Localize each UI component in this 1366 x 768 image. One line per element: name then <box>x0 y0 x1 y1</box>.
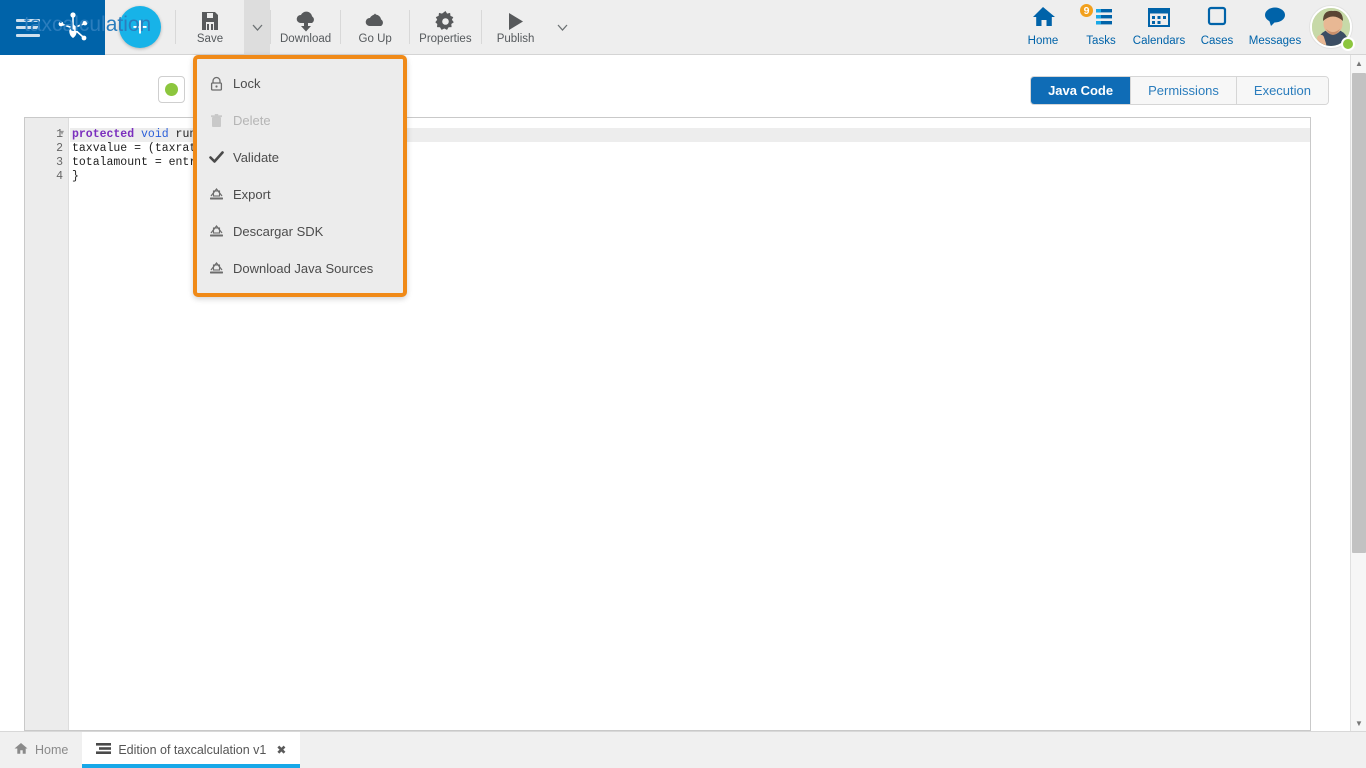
menu-item-label: Lock <box>233 76 261 91</box>
nav-messages[interactable]: Messages <box>1246 0 1304 54</box>
nav-calendars[interactable]: Calendars <box>1130 0 1188 54</box>
nav-messages-label: Messages <box>1248 35 1302 47</box>
code-lines: protected void run( taxvalue = (taxrate … <box>70 128 203 184</box>
home-icon <box>14 742 28 758</box>
nav-tasks-label: Tasks <box>1086 35 1116 47</box>
home-icon <box>1030 5 1056 33</box>
taskbar-item-label: Edition of taxcalculation v1 <box>118 743 267 757</box>
taskbar-item-edition[interactable]: Edition of taxcalculation v1 ✖ <box>82 732 301 768</box>
bottom-taskbar: Home Edition of taxcalculation v1 ✖ <box>0 731 1366 768</box>
code-fold-toggle[interactable]: ▾ <box>60 128 64 137</box>
page-title: taxcalculation <box>24 13 152 36</box>
export-icon <box>209 224 224 239</box>
save-button[interactable]: Save <box>176 0 244 54</box>
user-avatar-button[interactable] <box>1304 0 1358 54</box>
line-number: 4 <box>56 170 63 183</box>
save-dropdown-menu: Lock Delete Validate Export Descargar SD <box>193 55 407 297</box>
publish-button[interactable]: Publish <box>482 0 550 54</box>
gear-icon <box>435 10 456 32</box>
menu-item-export[interactable]: Export <box>197 176 403 213</box>
go-up-button[interactable]: Go Up <box>341 0 409 54</box>
global-nav: Home 9 Tasks Calendars Cases Messages <box>1014 0 1366 54</box>
nav-tasks[interactable]: 9 Tasks <box>1072 0 1130 54</box>
scroll-down-arrow[interactable]: ▼ <box>1351 715 1366 731</box>
status-badge <box>158 76 185 103</box>
save-icon <box>199 10 221 32</box>
calendar-icon <box>1147 5 1171 33</box>
scroll-up-arrow[interactable]: ▲ <box>1351 55 1366 71</box>
properties-label: Properties <box>419 32 472 45</box>
menu-item-download-java-sources[interactable]: Download Java Sources <box>197 250 403 287</box>
save-dropdown-toggle[interactable] <box>244 0 270 54</box>
code-line: protected void run( <box>70 128 203 142</box>
nav-home[interactable]: Home <box>1014 0 1072 54</box>
menu-item-label: Validate <box>233 150 280 165</box>
status-indicator-dot <box>165 83 178 96</box>
download-button[interactable]: Download <box>271 0 340 54</box>
export-icon <box>209 261 224 276</box>
editor-gutter: 1 2 3 4 ▾ <box>25 118 69 730</box>
view-tabs: Java Code Permissions Execution <box>1030 76 1329 105</box>
close-icon[interactable]: ✖ <box>276 743 286 757</box>
save-label: Save <box>196 33 224 45</box>
menu-item-descargar-sdk[interactable]: Descargar SDK <box>197 213 403 250</box>
code-line: totalamount = entry <box>72 156 204 169</box>
tab-execution[interactable]: Execution <box>1235 77 1328 104</box>
download-label: Download <box>280 33 332 45</box>
cases-icon <box>1205 5 1229 33</box>
cloud-upload-icon <box>363 10 387 32</box>
online-status-dot <box>1341 37 1355 51</box>
menu-item-label: Export <box>233 187 271 202</box>
application-window: + Save Download Go Up Properties Publish… <box>0 0 1366 768</box>
code-keyword: protected <box>72 128 135 141</box>
play-icon <box>505 11 526 32</box>
check-icon <box>209 150 224 165</box>
code-line: taxvalue = (taxrate <box>72 142 204 155</box>
menu-item-lock[interactable]: Lock <box>197 65 403 102</box>
line-number: 2 <box>56 142 63 155</box>
menu-item-label: Descargar SDK <box>233 224 324 239</box>
scrollbar-thumb[interactable] <box>1352 73 1366 553</box>
export-icon <box>209 187 224 202</box>
cloud-download-icon <box>294 10 318 32</box>
taskbar-item-home[interactable]: Home <box>0 732 82 768</box>
nav-home-label: Home <box>1027 35 1059 47</box>
code-type: void <box>141 128 169 141</box>
publish-dropdown-toggle[interactable] <box>550 0 576 54</box>
line-number: 3 <box>56 156 63 169</box>
top-toolbar: + Save Download Go Up Properties Publish… <box>0 0 1366 55</box>
tab-permissions[interactable]: Permissions <box>1130 77 1236 104</box>
menu-item-validate[interactable]: Validate <box>197 139 403 176</box>
nav-cases[interactable]: Cases <box>1188 0 1246 54</box>
menu-item-label: Delete <box>233 113 271 128</box>
nav-calendars-label: Calendars <box>1132 35 1186 47</box>
list-icon <box>96 742 112 758</box>
tab-java-code[interactable]: Java Code <box>1031 77 1131 104</box>
tasks-badge: 9 <box>1078 2 1095 19</box>
publish-label: Publish <box>496 32 535 45</box>
lock-icon <box>209 76 224 91</box>
menu-item-label: Download Java Sources <box>233 261 374 276</box>
menu-item-delete: Delete <box>197 102 403 139</box>
go-up-label: Go Up <box>358 33 392 45</box>
trash-icon <box>209 113 224 128</box>
code-line: } <box>72 170 79 183</box>
vertical-scrollbar[interactable]: ▲ ▼ <box>1350 55 1366 731</box>
message-icon <box>1262 5 1288 33</box>
properties-button[interactable]: Properties <box>410 0 480 54</box>
nav-cases-label: Cases <box>1200 35 1234 47</box>
taskbar-item-label: Home <box>35 743 69 757</box>
